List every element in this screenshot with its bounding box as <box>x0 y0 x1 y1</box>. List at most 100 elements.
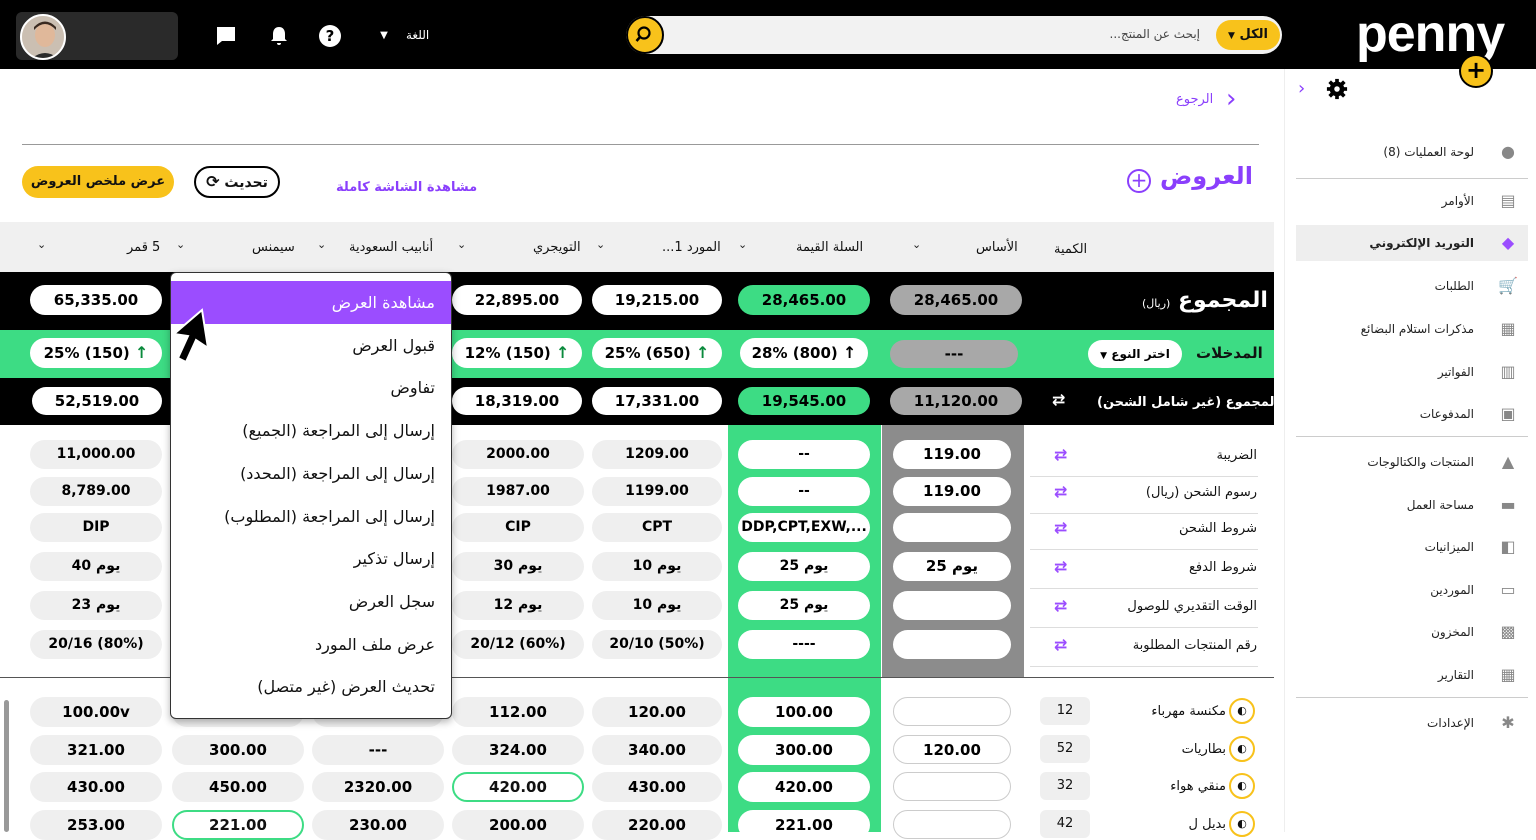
product-supplier1-price[interactable]: 220.00 <box>592 810 722 840</box>
sidebar-item-10[interactable]: ▭ الموردين <box>1296 572 1528 608</box>
product-base-price[interactable] <box>893 697 1011 726</box>
inputs-base: --- <box>890 340 1018 368</box>
total-tuwaijri: 22,895.00 <box>452 285 582 315</box>
swap-icon[interactable]: ⇄ <box>1054 518 1067 537</box>
detail-tuwaijri: 1987.00 <box>452 477 584 506</box>
product-tuwaijri-price[interactable]: 324.00 <box>452 735 584 765</box>
product-qamar5-price[interactable]: 430.00 <box>30 772 162 802</box>
sidebar-item-0[interactable]: ● لوحة العمليات (8) <box>1296 134 1528 170</box>
search-icon[interactable] <box>626 16 664 54</box>
product-siemens-price[interactable]: 300.00 <box>172 735 304 765</box>
bell-icon[interactable] <box>267 24 291 48</box>
product-qamar5-price[interactable]: 321.00 <box>30 735 162 765</box>
menu-item-3[interactable]: إرسال إلى المراجعة (الجميع) <box>171 409 451 452</box>
sidebar-item-5[interactable]: ▥ الفواتير <box>1296 354 1528 390</box>
product-tuwaijri-price[interactable]: 420.00 <box>452 772 584 802</box>
sidebar-item-2[interactable]: ◆ التوريد الإلكتروني <box>1296 225 1528 261</box>
menu-item-2[interactable]: تفاوض <box>171 366 451 409</box>
refresh-button[interactable]: تحديث ⟳ <box>194 166 280 198</box>
col-basket-chevron-icon[interactable]: ⌄ <box>738 238 747 251</box>
product-tuwaijri-price[interactable]: 112.00 <box>452 697 584 727</box>
sidebar-item-13[interactable]: ✱ الإعدادات <box>1296 705 1528 741</box>
back-link[interactable]: الرجوع <box>1176 92 1213 107</box>
product-qty[interactable]: 52 <box>1040 735 1090 763</box>
sidebar-item-7[interactable]: ▲ المنتجات والكتالوجات <box>1296 444 1528 480</box>
menu-item-8[interactable]: عرض ملف المورد <box>171 623 451 666</box>
col-qamar-chevron-icon[interactable]: ⌄ <box>37 238 46 251</box>
swap-icon[interactable]: ⇄ <box>1054 445 1067 464</box>
divider <box>22 144 1259 145</box>
row-divider <box>1030 627 1258 628</box>
inputs-q5-value: 25% (150) <box>43 344 130 362</box>
product-name: بديل ل <box>1188 817 1226 832</box>
product-siemens-price[interactable]: 221.00 <box>172 810 304 840</box>
product-pipes-price[interactable]: 2320.00 <box>312 772 444 802</box>
add-offer-icon[interactable]: + <box>1127 169 1151 193</box>
sidebar-item-11[interactable]: ▩ المخزون <box>1296 614 1528 650</box>
fullscreen-link[interactable]: مشاهدة الشاشة كاملة <box>336 180 477 195</box>
col-pipes-chevron-icon[interactable]: ⌄ <box>317 238 326 251</box>
menu-item-7[interactable]: سجل العرض <box>171 580 451 623</box>
input-type-select[interactable]: اختر النوع ▼ <box>1088 340 1182 368</box>
back-chevron-icon[interactable]: › <box>1226 84 1236 114</box>
detail-basket: 25 يوم <box>738 552 870 581</box>
product-supplier1-price[interactable]: 340.00 <box>592 735 722 765</box>
product-basket-price[interactable]: 300.00 <box>738 735 870 765</box>
sidebar-item-3[interactable]: 🛒 الطلبات <box>1296 268 1528 304</box>
language-chevron-icon[interactable]: ▼ <box>372 24 396 48</box>
sidebar-item-8[interactable]: ▬ مساحة العمل <box>1296 487 1528 523</box>
col-siemens-chevron-icon[interactable]: ⌄ <box>176 238 185 251</box>
type-select-label: اختر النوع <box>1111 347 1170 361</box>
menu-item-5[interactable]: إرسال إلى المراجعة (المطلوب) <box>171 495 451 538</box>
product-basket-price[interactable]: 221.00 <box>738 810 870 840</box>
search-scope-dropdown[interactable]: الكل ▼ <box>1216 20 1280 50</box>
help-icon[interactable]: ? <box>318 24 342 48</box>
swap-icon[interactable]: ⇄ <box>1052 390 1065 409</box>
product-qamar5-price[interactable]: 100.00v <box>30 697 162 727</box>
detail-supplier1: 1209.00 <box>592 440 722 469</box>
sidebar-item-12[interactable]: ▦ التقارير <box>1296 657 1528 693</box>
language-selector[interactable]: اللغة <box>406 28 429 42</box>
collapse-chevron-icon[interactable]: › <box>1298 78 1305 99</box>
product-tuwaijri-price[interactable]: 200.00 <box>452 810 584 840</box>
sidebar-item-4[interactable]: ▦ مذكرات استلام البضائع <box>1296 311 1528 347</box>
sidebar-item-9[interactable]: ◧ الميزانيات <box>1296 529 1528 565</box>
swap-icon[interactable]: ⇄ <box>1054 482 1067 501</box>
col-supplier1-chevron-icon[interactable]: ⌄ <box>596 238 605 251</box>
svg-text:?: ? <box>326 27 335 45</box>
menu-item-6[interactable]: إرسال تذكير <box>171 537 451 580</box>
product-basket-price[interactable]: 420.00 <box>738 772 870 802</box>
sidebar-item-6[interactable]: ▣ المدفوعات <box>1296 396 1528 432</box>
product-supplier1-price[interactable]: 120.00 <box>592 697 722 727</box>
product-supplier1-price[interactable]: 430.00 <box>592 772 722 802</box>
product-qamar5-price[interactable]: 253.00 <box>30 810 162 840</box>
product-base-price[interactable]: 120.00 <box>893 735 1011 764</box>
swap-icon[interactable]: ⇄ <box>1054 557 1067 576</box>
menu-item-9[interactable]: تحديث العرض (غير متصل) <box>171 665 451 708</box>
detail-tuwaijri: 2000.00 <box>452 440 584 469</box>
product-pipes-price[interactable]: 230.00 <box>312 810 444 840</box>
avatar[interactable] <box>20 14 66 60</box>
product-base-price[interactable] <box>893 772 1011 801</box>
add-icon[interactable]: + <box>1459 54 1493 88</box>
total-supplier1: 19,215.00 <box>592 285 722 315</box>
col-base-chevron-icon[interactable]: ⌄ <box>912 238 921 251</box>
menu-item-4[interactable]: إرسال إلى المراجعة (المحدد) <box>171 452 451 495</box>
chat-icon[interactable] <box>214 24 238 48</box>
product-base-price[interactable] <box>893 810 1011 839</box>
swap-icon[interactable]: ⇄ <box>1054 596 1067 615</box>
gear-icon[interactable] <box>1326 78 1348 100</box>
product-basket-price[interactable]: 100.00 <box>738 697 870 727</box>
search-input[interactable]: إبحث عن المنتج... <box>1040 27 1201 41</box>
scrollbar[interactable] <box>4 700 9 832</box>
product-pipes-price[interactable]: --- <box>312 735 444 765</box>
detail-row-label: شروط الدفع <box>1188 560 1257 575</box>
product-qty[interactable]: 42 <box>1040 810 1090 838</box>
swap-icon[interactable]: ⇄ <box>1054 635 1067 654</box>
product-qty[interactable]: 32 <box>1040 772 1090 800</box>
col-tuwaijri-chevron-icon[interactable]: ⌄ <box>457 238 466 251</box>
product-siemens-price[interactable]: 450.00 <box>172 772 304 802</box>
offers-summary-button[interactable]: عرض ملخص العروض <box>22 166 174 198</box>
sidebar-item-1[interactable]: ▤ الأوامر <box>1296 183 1528 219</box>
product-qty[interactable]: 12 <box>1040 697 1090 725</box>
